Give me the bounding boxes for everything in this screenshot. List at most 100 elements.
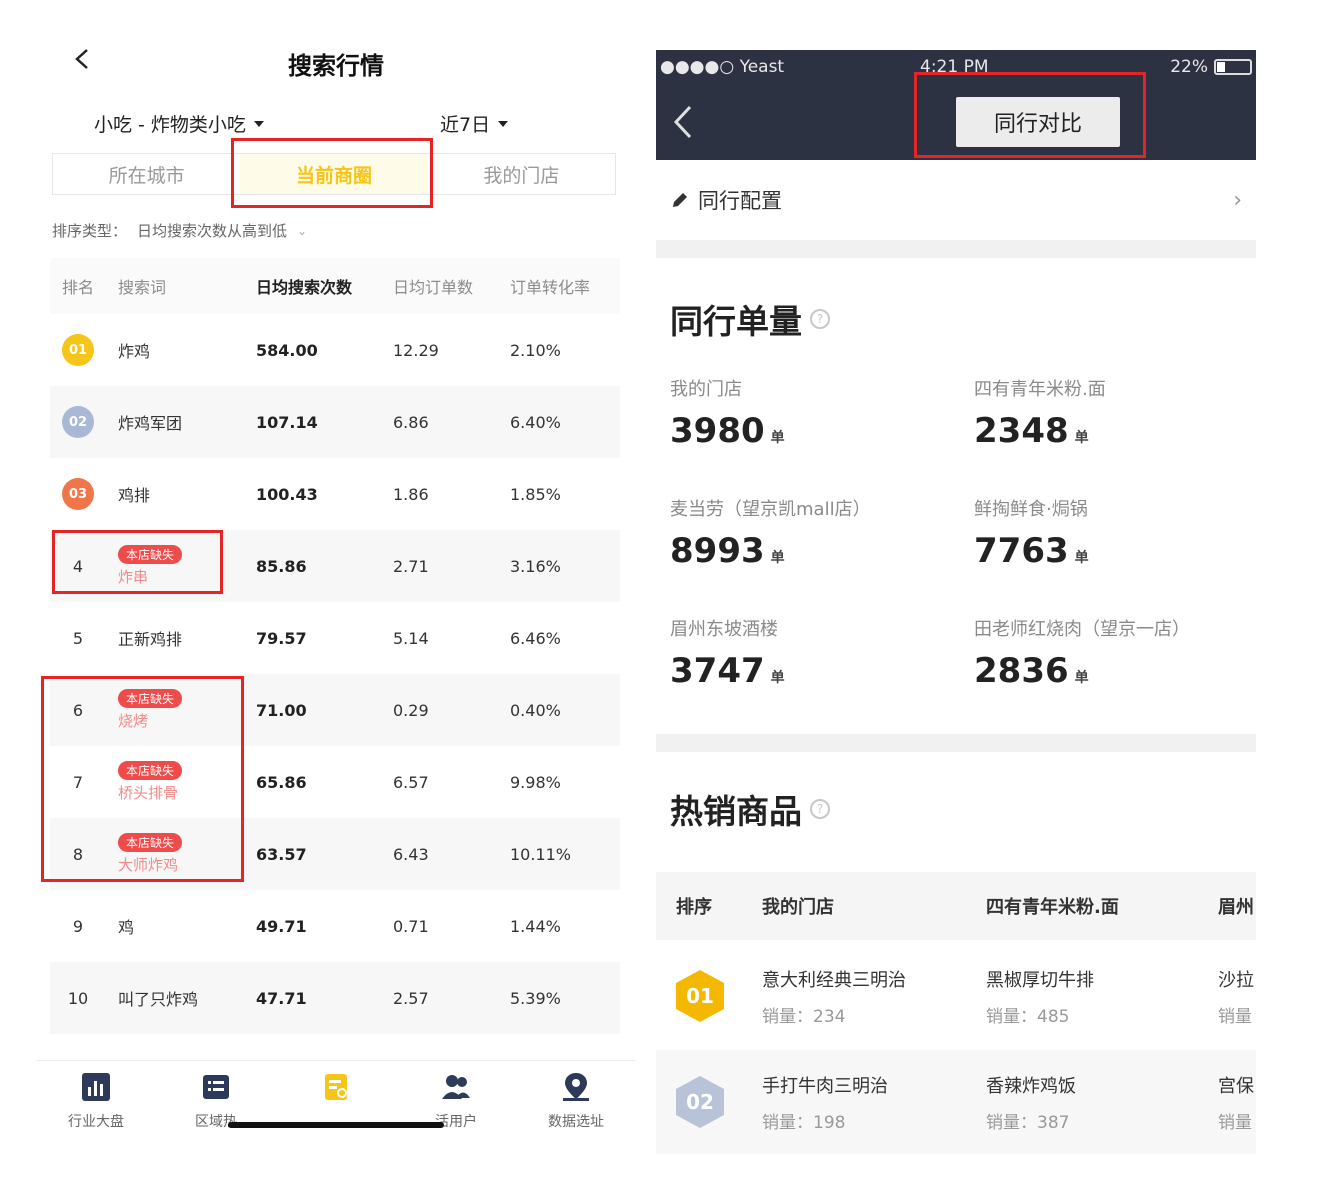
keyword: 鸡: [118, 918, 135, 937]
highlight-box-tab: [231, 138, 433, 208]
col-daily-searches[interactable]: 日均搜索次数: [242, 274, 379, 298]
hot-table-row[interactable]: 02 手打牛肉三明治 销量：198 香辣炸鸡饭 销量：387 宫保 销量: [656, 1050, 1256, 1154]
daily-searches: 49.71: [256, 916, 307, 936]
peer-volume-grid: 我的门店 3980 单 四有青年米粉.面 2348 单 麦当劳（望京凯mall店） …: [670, 375, 1250, 691]
category-label: 小吃 - 炸物类小吃: [94, 114, 246, 136]
nav-users[interactable]: 活用户: [396, 1061, 516, 1150]
bronze-medal-icon: 03: [62, 478, 94, 510]
right-screen: ●●●●○ Yeast 4:21 PM 22% 同行对比 同行配置 › 同行单量…: [656, 50, 1256, 1160]
category-dropdown[interactable]: 小吃 - 炸物类小吃: [94, 110, 264, 137]
daily-searches: 63.57: [256, 844, 307, 864]
product-sales: 销量：198: [762, 1112, 846, 1133]
col-conversion[interactable]: 订单转化率: [496, 274, 620, 298]
peer-config-row[interactable]: 同行配置 ›: [656, 160, 1256, 240]
highlight-box-compare: [914, 72, 1146, 158]
peer-card: 麦当劳（望京凯mall店） 8993 单: [670, 495, 974, 571]
unit: 单: [770, 430, 785, 446]
caret-down-icon: [498, 120, 509, 127]
battery-status: 22%: [1170, 57, 1252, 77]
product-name: 沙拉: [1218, 969, 1254, 991]
daily-orders: 5.14: [393, 628, 429, 648]
conversion-rate: 0.40%: [510, 700, 561, 720]
silver-rank-icon: 02: [676, 1076, 724, 1128]
list-icon: [203, 1075, 229, 1099]
nav-search[interactable]: [276, 1061, 396, 1150]
peer-name: 眉州东坡酒楼: [670, 619, 778, 640]
daily-searches: 85.86: [256, 556, 307, 576]
daily-searches: 71.00: [256, 700, 307, 720]
unit: 单: [770, 670, 785, 686]
table-row[interactable]: 9 鸡 49.71 0.71 1.44%: [50, 890, 620, 962]
tab-my-store[interactable]: 我的门店: [428, 154, 615, 194]
conversion-rate: 10.11%: [510, 844, 572, 864]
section-title: 热销商品: [670, 792, 802, 831]
divider: [656, 240, 1256, 258]
daily-searches: 47.71: [256, 988, 307, 1008]
sort-value: 日均搜索次数从高到低: [137, 222, 288, 240]
rank: 10: [67, 988, 89, 1008]
nav-label: 活用户: [435, 1114, 477, 1130]
daily-searches: 584.00: [256, 340, 318, 360]
peer-card: 田老师红烧肉（望京一店） 2836 单: [974, 615, 1250, 691]
carrier: ●●●●○ Yeast: [660, 57, 785, 77]
rank: 5: [72, 628, 84, 648]
table-row[interactable]: 5 正新鸡排 79.57 5.14 6.46%: [50, 602, 620, 674]
peer-name: 我的门店: [670, 379, 742, 400]
conversion-rate: 2.10%: [510, 340, 561, 360]
keyword: 鸡排: [118, 486, 151, 505]
document-search-icon: [325, 1074, 347, 1100]
product-name: 宫保: [1218, 1075, 1254, 1097]
chevron-right-icon: ›: [1233, 187, 1242, 213]
daily-orders: 12.29: [393, 340, 439, 360]
conversion-rate: 1.85%: [510, 484, 561, 504]
hot-table-row[interactable]: 01 意大利经典三明治 销量：234 黑椒厚切牛排 销量：485 沙拉 销量: [656, 944, 1256, 1048]
daily-orders: 6.57: [393, 772, 429, 792]
keyword: 叫了只炸鸡: [118, 990, 199, 1009]
keyword: 炸鸡军团: [118, 414, 183, 433]
col-my-store: 我的门店: [762, 897, 834, 918]
nav-industry[interactable]: 行业大盘: [36, 1061, 156, 1150]
period-label: 近7日: [440, 114, 491, 136]
config-label: 同行配置: [698, 189, 782, 213]
peer-name: 鲜掏鲜食·焗锅: [974, 499, 1088, 520]
peer-value: 7763: [974, 531, 1069, 571]
nav-label: 行业大盘: [68, 1114, 124, 1130]
highlight-box-rows-6-8: [41, 676, 244, 882]
table-row[interactable]: 01 炸鸡 584.00 12.29 2.10%: [50, 314, 620, 386]
product-sales: 销量：234: [762, 1006, 846, 1027]
peer-name: 麦当劳（望京凯mall店）: [670, 499, 871, 520]
page-title: 搜索行情: [288, 52, 384, 80]
daily-searches: 107.14: [256, 412, 318, 432]
col-daily-orders[interactable]: 日均订单数: [379, 274, 496, 298]
product-sales: 销量: [1218, 1006, 1252, 1027]
peer-card: 四有青年米粉.面 2348 单: [974, 375, 1250, 451]
sort-label: 排序类型：: [52, 222, 128, 240]
table-row[interactable]: 03 鸡排 100.43 1.86 1.85%: [50, 458, 620, 530]
home-indicator: [228, 1122, 444, 1128]
section-title: 同行单量: [670, 302, 802, 341]
nav-label: 数据选址: [548, 1114, 604, 1130]
nav-region[interactable]: 区域热: [156, 1061, 276, 1150]
daily-orders: 1.86: [393, 484, 429, 504]
peer-card: 眉州东坡酒楼 3747 单: [670, 615, 974, 691]
caret-down-icon: [253, 120, 264, 127]
table-row[interactable]: 10 叫了只炸鸡 47.71 2.57 5.39%: [50, 962, 620, 1034]
table-header: 排名 搜索词 日均搜索次数 日均订单数 订单转化率: [50, 258, 620, 314]
unit: 单: [1074, 670, 1089, 686]
peer-value: 3980: [670, 411, 765, 451]
back-arrow-icon[interactable]: [672, 104, 694, 140]
peer-value: 2348: [974, 411, 1069, 451]
period-dropdown[interactable]: 近7日: [440, 110, 509, 137]
help-icon[interactable]: ?: [810, 799, 830, 819]
silver-medal-icon: 02: [62, 406, 94, 438]
sort-selector[interactable]: 排序类型： 日均搜索次数从高到低 ⌄: [52, 220, 307, 241]
product-sales: 销量: [1218, 1112, 1252, 1133]
help-icon[interactable]: ?: [810, 309, 830, 329]
tab-city[interactable]: 所在城市: [53, 154, 240, 194]
peer-value: 2836: [974, 651, 1069, 691]
product-name: 手打牛肉三明治: [762, 1075, 888, 1097]
table-row[interactable]: 02 炸鸡军团 107.14 6.86 6.40%: [50, 386, 620, 458]
nav-site-selection[interactable]: 数据选址: [516, 1061, 636, 1150]
daily-orders: 2.57: [393, 988, 429, 1008]
product-name: 意大利经典三明治: [762, 969, 906, 991]
